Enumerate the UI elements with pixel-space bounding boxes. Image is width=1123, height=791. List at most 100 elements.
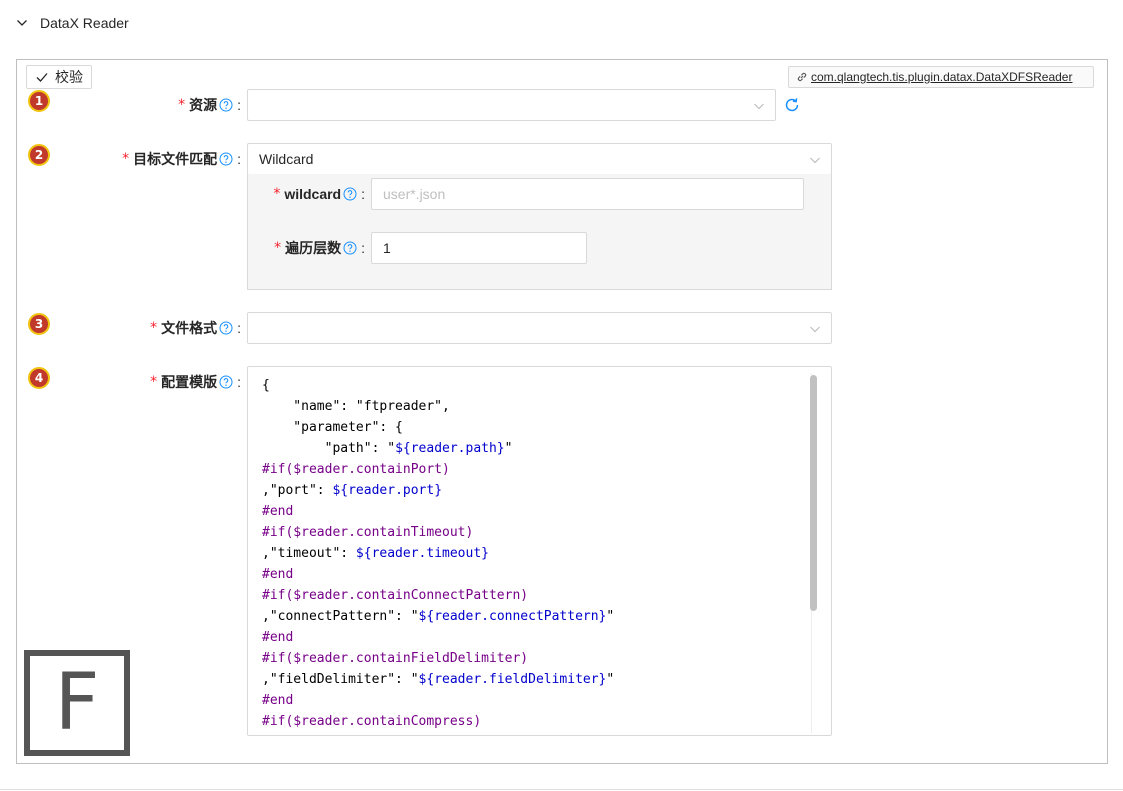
code-text: ,"fieldDelimiter": " — [262, 672, 419, 687]
file-format-select[interactable] — [247, 312, 832, 344]
code-line: #if($reader.containCompress) — [262, 711, 817, 732]
code-line: "path": "${reader.path}" — [262, 438, 817, 459]
resource-label: * 资源 : — [60, 95, 241, 115]
wildcard-input[interactable] — [371, 178, 804, 210]
colon: : — [237, 151, 241, 167]
code-variable: ${reader.port} — [332, 483, 443, 498]
code-text: { — [262, 378, 270, 393]
section-header-datax-reader[interactable]: DataX Reader — [16, 12, 129, 34]
colon: : — [237, 374, 241, 390]
code-directive: #if($reader.containConnectPattern) — [262, 588, 529, 603]
code-line: #end — [262, 690, 817, 711]
help-icon[interactable] — [219, 98, 233, 112]
depth-label-text: 遍历层数 — [285, 240, 342, 256]
code-line: { — [262, 375, 817, 396]
section-title: DataX Reader — [40, 15, 129, 31]
required-mark: * — [150, 320, 158, 336]
colon: : — [237, 97, 241, 113]
help-icon[interactable] — [343, 241, 357, 255]
step-badge-3: 3 — [28, 313, 50, 335]
required-mark: * — [122, 151, 130, 167]
bottom-divider — [0, 789, 1123, 790]
code-directive: #end — [262, 693, 294, 708]
code-directive: #if($reader.containTimeout) — [262, 525, 474, 540]
code-line: "parameter": { — [262, 417, 817, 438]
editor-scrollbar[interactable] — [810, 375, 817, 611]
code-variable: ${reader.connectPattern} — [418, 609, 607, 624]
resource-select[interactable] — [247, 89, 776, 121]
target-match-select[interactable]: Wildcard — [247, 143, 832, 175]
chevron-down-icon — [17, 20, 27, 26]
target-match-label-text: 目标文件匹配 — [133, 151, 218, 167]
verify-button-label: 校验 — [55, 69, 83, 85]
code-line: ,"port": ${reader.port} — [262, 480, 817, 501]
verify-button[interactable]: 校验 — [26, 65, 92, 89]
code-directive: #if($reader.containPort) — [262, 462, 450, 477]
chevron-down-icon — [810, 157, 820, 164]
step-badge-2: 2 — [28, 144, 50, 166]
code-line: #if($reader.containConnectPattern) — [262, 585, 817, 606]
plugin-class-link[interactable]: com.qlangtech.tis.plugin.datax.DataXDFSR… — [788, 66, 1094, 88]
depth-input[interactable] — [371, 232, 587, 264]
template-label-text: 配置模版 — [161, 374, 218, 390]
colon: : — [361, 240, 365, 256]
code-directive: #end — [262, 504, 294, 519]
help-icon[interactable] — [219, 321, 233, 335]
code-directive: #end — [262, 630, 294, 645]
code-text: "path": " — [262, 441, 396, 456]
chevron-down-icon — [754, 103, 764, 110]
code-text: " — [606, 672, 615, 687]
step-badge-1: 1 — [28, 90, 50, 112]
code-line: #if($reader.containPort) — [262, 459, 817, 480]
help-icon[interactable] — [343, 187, 357, 201]
code-line: #end — [262, 627, 817, 648]
template-label: * 配置模版 : — [60, 372, 241, 392]
template-code-editor[interactable]: { "name": "ftpreader", "parameter": { "p… — [247, 366, 832, 736]
code-line: ,"timeout": ${reader.timeout} — [262, 543, 817, 564]
code-line: #if($reader.containFieldDelimiter) — [262, 648, 817, 669]
code-content: { "name": "ftpreader", "parameter": { "p… — [248, 367, 831, 735]
code-line: ,"fieldDelimiter": "${reader.fieldDelimi… — [262, 669, 817, 690]
required-mark: * — [150, 374, 158, 390]
code-variable: ${reader.timeout} — [355, 546, 489, 561]
required-mark: * — [273, 186, 281, 202]
code-text: ,"timeout": — [262, 546, 356, 561]
check-icon — [36, 73, 48, 82]
code-line: ,"connectPattern": "${reader.connectPatt… — [262, 606, 817, 627]
code-variable: ${reader.fieldDelimiter} — [418, 672, 607, 687]
code-text: "parameter": { — [262, 420, 403, 435]
code-text: " — [606, 609, 615, 624]
code-variable: ${reader.path} — [395, 441, 505, 456]
code-text: "name": "ftpreader", — [262, 399, 450, 414]
code-directive: #end — [262, 567, 294, 582]
code-line: #if($reader.containTimeout) — [262, 522, 817, 543]
required-mark: * — [274, 240, 282, 256]
code-text: ,"port": — [262, 483, 333, 498]
code-text: ,"connectPattern": " — [262, 609, 419, 624]
code-line: #end — [262, 501, 817, 522]
step-badge-4: 4 — [28, 367, 50, 389]
code-line: #end — [262, 564, 817, 585]
code-text: " — [504, 441, 513, 456]
code-directive: #if($reader.containFieldDelimiter) — [262, 651, 529, 666]
file-format-label: * 文件格式 : — [60, 318, 241, 338]
resource-label-text: 资源 — [189, 97, 218, 113]
file-format-label-text: 文件格式 — [161, 320, 218, 336]
plugin-class-name: com.qlangtech.tis.plugin.datax.DataXDFSR… — [811, 70, 1073, 84]
help-icon[interactable] — [219, 375, 233, 389]
chevron-down-icon — [810, 326, 820, 333]
help-icon[interactable] — [219, 152, 233, 166]
wildcard-label-text: wildcard — [284, 186, 342, 202]
f-logo: F — [24, 650, 130, 756]
code-line: "name": "ftpreader", — [262, 396, 817, 417]
wildcard-label: * wildcard : — [250, 184, 365, 204]
code-directive: #if($reader.containCompress) — [262, 714, 482, 729]
required-mark: * — [178, 97, 186, 113]
colon: : — [237, 320, 241, 336]
colon: : — [361, 186, 365, 202]
target-match-select-value: Wildcard — [259, 151, 314, 167]
target-match-label: * 目标文件匹配 : — [60, 149, 241, 169]
refresh-icon[interactable] — [783, 96, 801, 114]
depth-label: * 遍历层数 : — [250, 238, 365, 258]
link-icon — [797, 72, 807, 82]
